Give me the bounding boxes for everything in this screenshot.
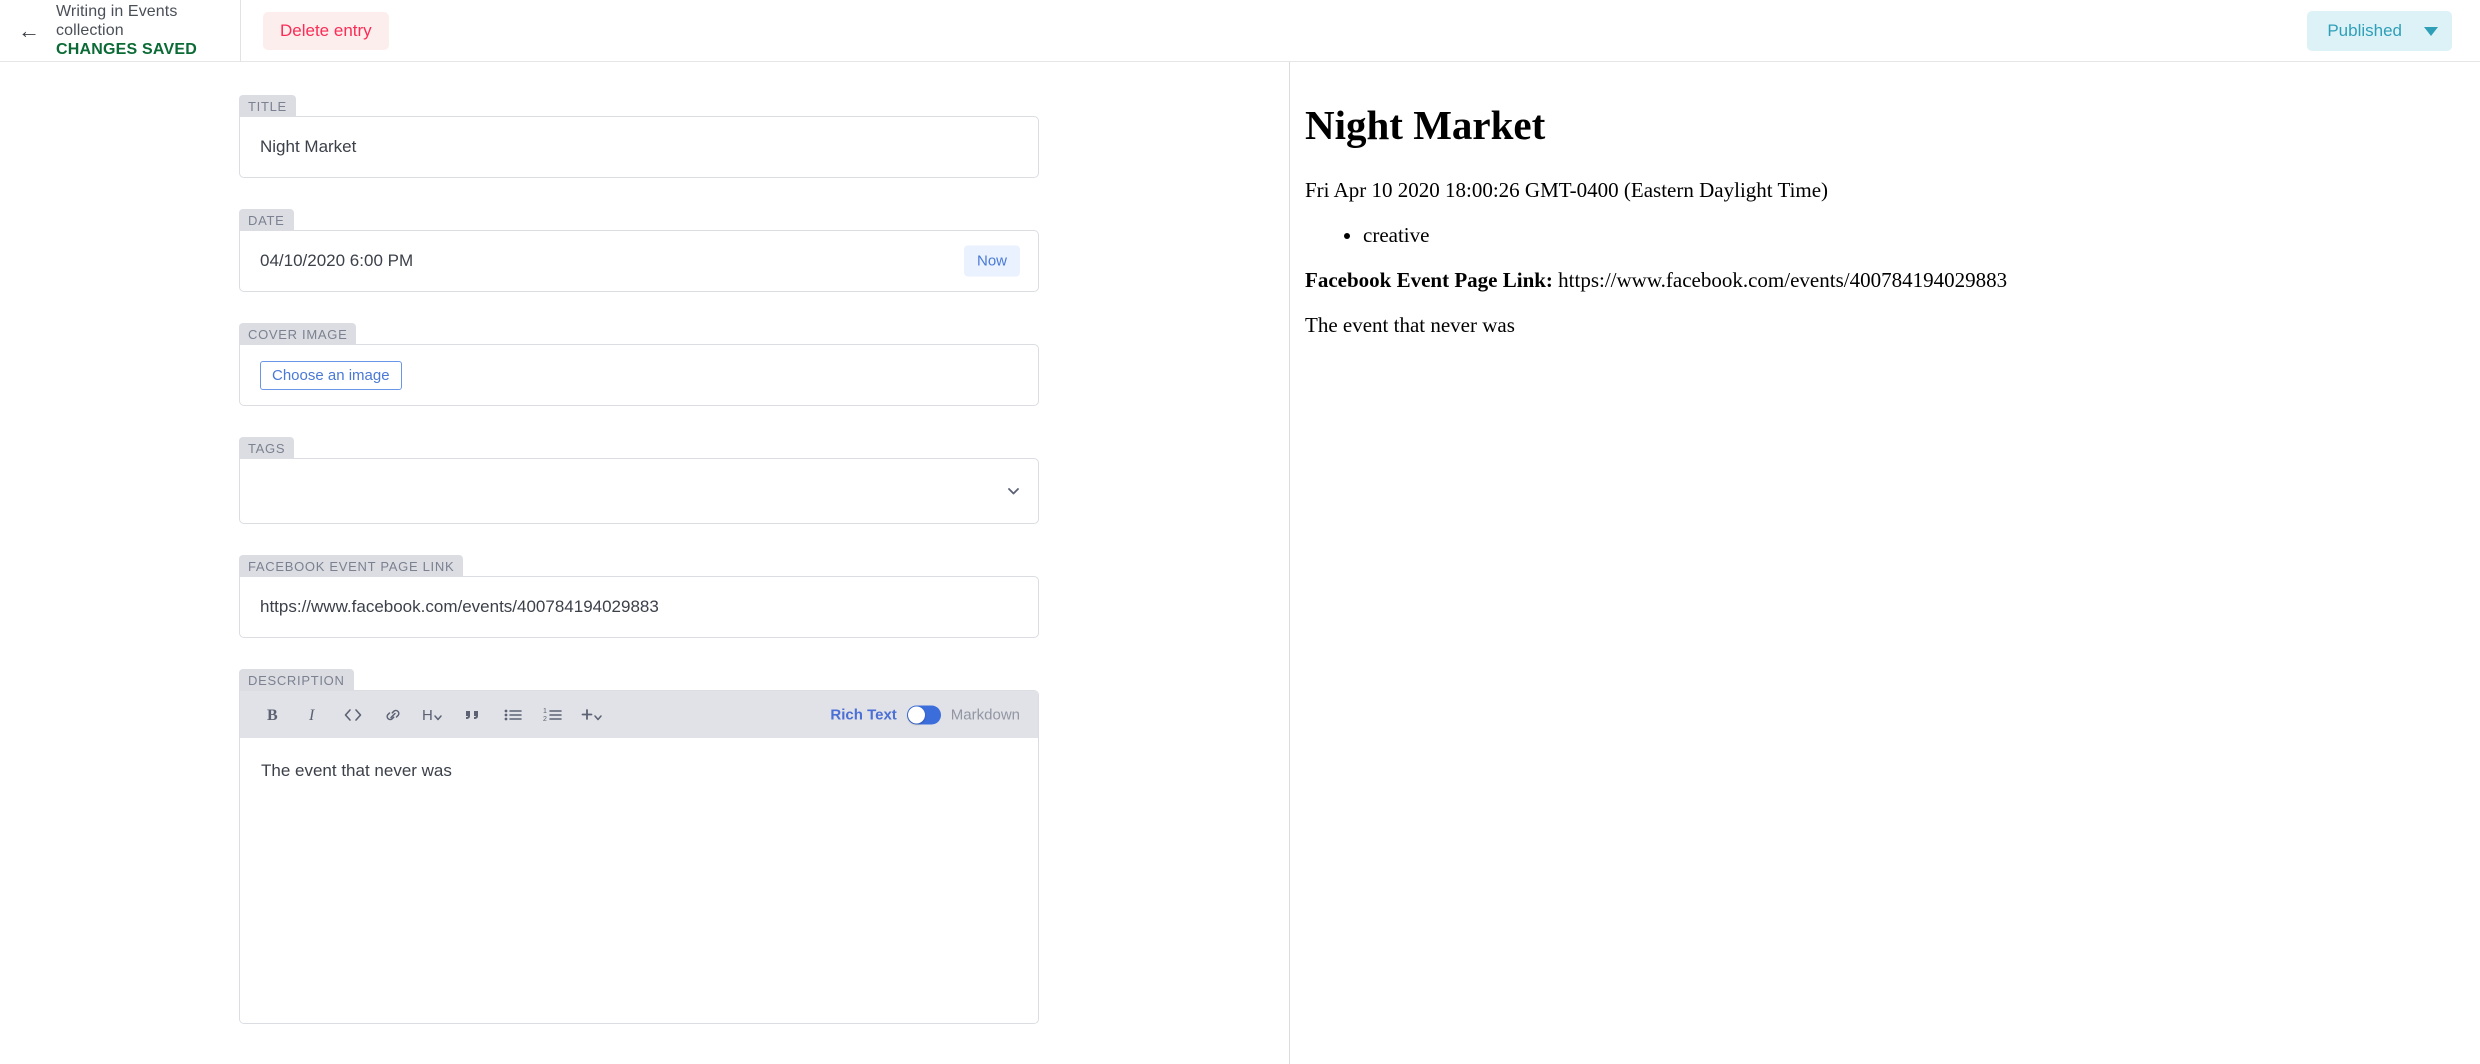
date-input[interactable]: 04/10/2020 6:00 PM Now — [239, 230, 1039, 292]
field-label-facebook-link: FACEBOOK EVENT PAGE LINK — [239, 555, 464, 577]
field-label-cover-image: COVER IMAGE — [239, 323, 357, 345]
collection-label: Writing in Events collection — [56, 3, 178, 39]
italic-icon[interactable]: I — [300, 702, 326, 728]
add-component-icon[interactable] — [580, 702, 606, 728]
list-item: creative — [1363, 223, 2450, 248]
preview-title: Night Market — [1305, 102, 1546, 148]
preview-link-value: https://www.facebook.com/events/40078419… — [1558, 268, 2008, 292]
field-facebook-link: FACEBOOK EVENT PAGE LINK https://www.fac… — [239, 555, 1039, 639]
topbar-right-group: Published — [2307, 11, 2452, 51]
bold-icon[interactable]: B — [260, 702, 286, 728]
preview-link-label: Facebook Event Page Link: — [1305, 268, 1553, 292]
field-cover-image: COVER IMAGE Choose an image — [239, 323, 1039, 407]
publish-status-label: Published — [2327, 21, 2402, 40]
field-title: TITLE Night Market — [239, 95, 1039, 179]
editor-mode-toggle-group: Rich Text Markdown — [830, 705, 1020, 724]
title-value: Night Market — [260, 137, 357, 156]
field-label-description: DESCRIPTION — [239, 669, 354, 691]
field-label-date: DATE — [239, 209, 294, 231]
facebook-link-input[interactable]: https://www.facebook.com/events/40078419… — [239, 576, 1039, 638]
top-bar: ← Writing in Events collection CHANGES S… — [0, 0, 2480, 62]
description-value: The event that never was — [261, 761, 452, 780]
date-now-button[interactable]: Now — [963, 245, 1020, 277]
description-textarea[interactable]: The event that never was — [240, 738, 1038, 1023]
rich-text-editor: B I H 1 2 Rich Text Markdown The event t… — [239, 690, 1039, 1024]
preview-pane: Night Market Fri Apr 10 2020 18:00:26 GM… — [1291, 62, 2480, 1064]
entry-form: TITLE Night Market DATE 04/10/2020 6:00 … — [239, 95, 1039, 1055]
tags-select[interactable] — [239, 458, 1039, 524]
delete-entry-button[interactable]: Delete entry — [263, 11, 389, 50]
topbar-left-group: ← Writing in Events collection CHANGES S… — [0, 0, 241, 62]
editor-toolbar: B I H 1 2 Rich Text Markdown — [240, 691, 1038, 738]
bullet-list-icon[interactable] — [500, 702, 526, 728]
field-label-title: TITLE — [239, 95, 296, 117]
field-date: DATE 04/10/2020 6:00 PM Now — [239, 209, 1039, 293]
rich-text-mode-label[interactable]: Rich Text — [830, 706, 896, 723]
facebook-link-value: https://www.facebook.com/events/40078419… — [260, 597, 659, 616]
quote-icon[interactable] — [460, 702, 486, 728]
chevron-down-icon[interactable] — [1007, 485, 1020, 498]
editor-pane: TITLE Night Market DATE 04/10/2020 6:00 … — [0, 62, 1290, 1064]
publish-status-button[interactable]: Published — [2307, 11, 2452, 51]
date-value: 04/10/2020 6:00 PM — [260, 251, 414, 270]
svg-text:2: 2 — [543, 716, 547, 723]
svg-text:H: H — [422, 707, 433, 724]
markdown-mode-label[interactable]: Markdown — [951, 706, 1020, 723]
heading-icon[interactable]: H — [420, 702, 446, 728]
cover-image-box: Choose an image — [239, 344, 1039, 406]
code-icon[interactable] — [340, 702, 366, 728]
arrow-left-icon[interactable]: ← — [18, 19, 40, 42]
workspace: TITLE Night Market DATE 04/10/2020 6:00 … — [0, 62, 2480, 1064]
chevron-down-icon — [2424, 26, 2438, 36]
status-badge: CHANGES SAVED — [56, 41, 197, 58]
field-label-tags: TAGS — [239, 437, 295, 459]
svg-text:I: I — [308, 707, 315, 724]
editor-mode-toggle[interactable] — [906, 705, 941, 724]
collection-status-block: Writing in Events collection CHANGES SAV… — [56, 2, 240, 59]
field-tags: TAGS — [239, 437, 1039, 525]
numbered-list-icon[interactable]: 12 — [540, 702, 566, 728]
link-icon[interactable] — [380, 702, 406, 728]
choose-image-button[interactable]: Choose an image — [260, 360, 402, 390]
field-description: DESCRIPTION B I H 1 2 Rich Text Markdown… — [239, 669, 1039, 1025]
preview-date-line: Fri Apr 10 2020 18:00:26 GMT-0400 (Easte… — [1305, 178, 1829, 202]
preview-link-line: Facebook Event Page Link: https://www.fa… — [1305, 268, 2450, 293]
toggle-knob — [907, 706, 925, 723]
preview-tags-list: creative — [1363, 223, 2450, 248]
svg-text:1: 1 — [543, 708, 547, 715]
preview-body: The event that never was — [1305, 313, 1515, 337]
title-input[interactable]: Night Market — [239, 116, 1039, 178]
svg-text:B: B — [267, 707, 278, 724]
